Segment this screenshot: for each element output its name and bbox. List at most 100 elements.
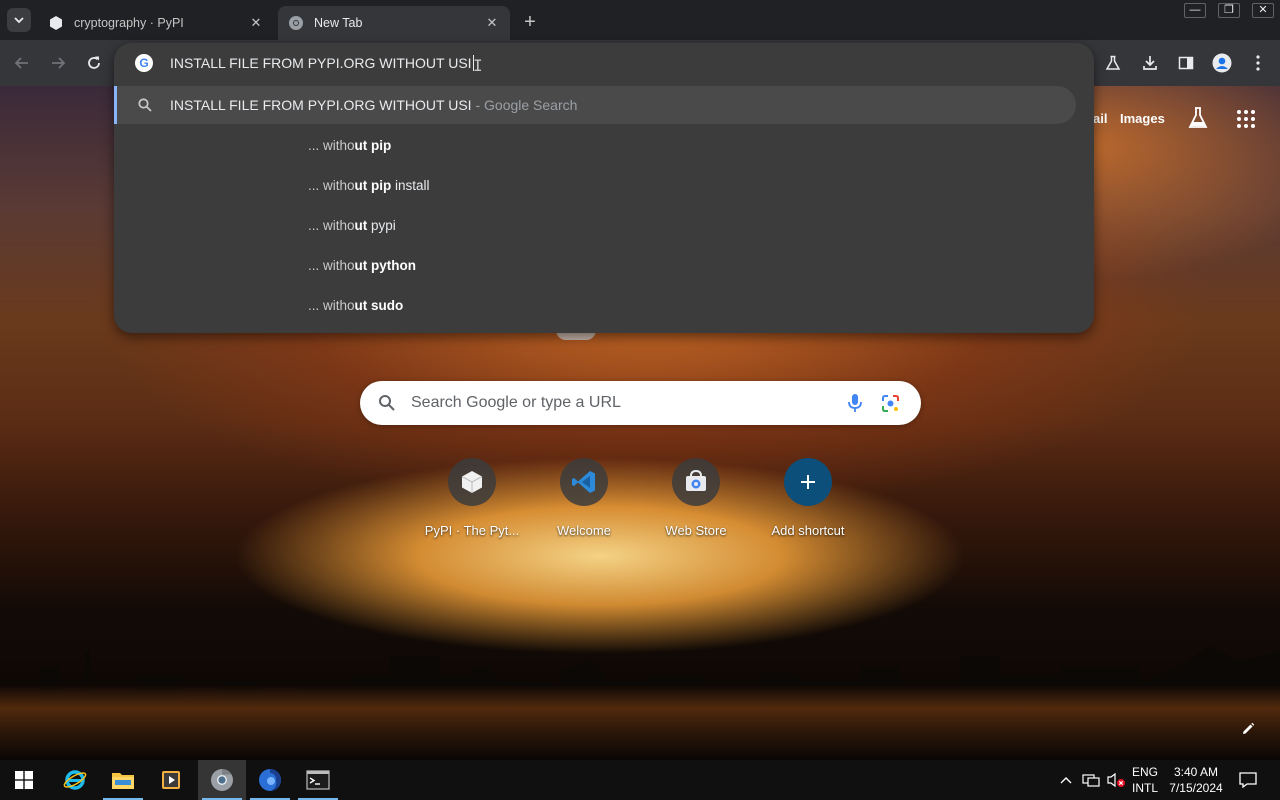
suggestion-query: INSTALL FILE FROM PYPI.ORG WITHOUT USI bbox=[170, 97, 472, 113]
pypi-cube-icon bbox=[48, 15, 64, 31]
close-icon: ✕ bbox=[1252, 2, 1274, 18]
windows-taskbar: ENG INTL 3:40 AM 7/15/2024 bbox=[0, 760, 1280, 800]
restore-icon: ❐ bbox=[1218, 2, 1240, 18]
internet-explorer-icon bbox=[63, 770, 87, 790]
chevron-down-icon bbox=[14, 17, 24, 24]
tab-cryptography-pypi[interactable]: cryptography · PyPI ✕ bbox=[38, 6, 274, 40]
shortcut-label: Welcome bbox=[557, 523, 611, 538]
chrome-icon bbox=[288, 15, 304, 31]
tab-title: cryptography · PyPI bbox=[74, 16, 184, 30]
back-button[interactable] bbox=[8, 49, 36, 77]
terminal-icon bbox=[306, 770, 330, 790]
tab-title: New Tab bbox=[314, 16, 363, 30]
minimize-icon: — bbox=[1184, 2, 1206, 18]
menu-button[interactable] bbox=[1244, 49, 1272, 77]
vscode-icon bbox=[560, 458, 608, 506]
windows-logo-icon bbox=[15, 771, 33, 789]
network-status[interactable] bbox=[1080, 760, 1102, 800]
more-vert-icon bbox=[1256, 55, 1260, 71]
profile-button[interactable] bbox=[1208, 49, 1236, 77]
back-arrow-icon bbox=[14, 57, 28, 69]
window-controls: — ❐ ✕ bbox=[1178, 0, 1280, 20]
start-button[interactable] bbox=[0, 760, 48, 800]
notification-icon bbox=[1239, 772, 1257, 788]
omnibox-input[interactable]: INSTALL FILE FROM PYPI.ORG WITHOUT USI bbox=[170, 55, 474, 71]
omnibox-input-row[interactable]: G INSTALL FILE FROM PYPI.ORG WITHOUT USI… bbox=[114, 43, 1094, 83]
water-reflection bbox=[0, 686, 1280, 760]
download-icon bbox=[1143, 56, 1157, 70]
close-icon[interactable]: ✕ bbox=[248, 15, 264, 31]
ntp-search-box[interactable] bbox=[360, 381, 921, 425]
pencil-icon bbox=[1243, 722, 1255, 734]
tab-new-tab[interactable]: New Tab ✕ bbox=[278, 6, 510, 40]
shortcut-label: Web Store bbox=[665, 523, 727, 538]
gmail-link[interactable]: ail bbox=[1093, 111, 1107, 126]
suggestion-item[interactable]: ... without sudo bbox=[308, 298, 403, 313]
speaker-muted-icon bbox=[1107, 772, 1125, 788]
pypi-cube-icon bbox=[448, 458, 496, 506]
downloads-button[interactable] bbox=[1136, 49, 1164, 77]
suggestion-item[interactable]: ... without python bbox=[308, 258, 416, 273]
taskbar-media-player[interactable] bbox=[147, 760, 195, 800]
suggestion-item[interactable]: ... without pip bbox=[308, 138, 391, 153]
suggestion-item[interactable]: ... without pip install bbox=[308, 178, 430, 193]
close-icon[interactable]: ✕ bbox=[484, 15, 500, 31]
plus-icon bbox=[784, 458, 832, 506]
ntp-search-input[interactable] bbox=[411, 392, 831, 414]
avatar-icon bbox=[1212, 53, 1232, 73]
volume-status[interactable] bbox=[1104, 760, 1128, 800]
reload-button[interactable] bbox=[80, 49, 108, 77]
tab-search-button[interactable] bbox=[7, 8, 31, 32]
reload-icon bbox=[88, 56, 100, 69]
shortcut-label: Add shortcut bbox=[771, 523, 845, 538]
show-hidden-icons-button[interactable] bbox=[1056, 760, 1076, 800]
shortcut-add[interactable]: Add shortcut bbox=[752, 458, 864, 548]
firefox-icon bbox=[259, 769, 281, 791]
side-panel-button[interactable] bbox=[1172, 49, 1200, 77]
input-language[interactable]: ENG INTL bbox=[1130, 764, 1160, 796]
taskbar-internet-explorer[interactable] bbox=[51, 760, 99, 800]
shortcut-welcome[interactable]: Welcome bbox=[528, 458, 640, 548]
google-g-icon: G bbox=[135, 54, 153, 72]
forward-arrow-icon bbox=[52, 57, 66, 69]
suggestion-google-search[interactable]: INSTALL FILE FROM PYPI.ORG WITHOUT USI -… bbox=[114, 86, 1076, 124]
taskbar-file-explorer[interactable] bbox=[99, 760, 147, 800]
suggestion-item[interactable]: ... without pypi bbox=[308, 218, 396, 233]
forward-button[interactable] bbox=[44, 49, 72, 77]
chevron-up-icon bbox=[1060, 777, 1072, 784]
taskbar-chrome[interactable] bbox=[198, 760, 246, 800]
side-panel-icon bbox=[1178, 56, 1194, 70]
chrome-icon bbox=[211, 769, 233, 791]
new-tab-button[interactable]: + bbox=[518, 10, 542, 34]
close-window-button[interactable]: ✕ bbox=[1246, 0, 1280, 20]
customize-chrome-button[interactable] bbox=[1236, 717, 1260, 741]
minimize-button[interactable]: — bbox=[1178, 0, 1212, 20]
restore-button[interactable]: ❐ bbox=[1212, 0, 1246, 20]
labs-button[interactable] bbox=[1099, 49, 1127, 77]
microphone-icon[interactable] bbox=[846, 393, 864, 413]
shortcut-web-store[interactable]: Web Store bbox=[640, 458, 752, 548]
suggestion-separator: - bbox=[471, 97, 485, 113]
images-link[interactable]: Images bbox=[1120, 111, 1165, 126]
flask-icon bbox=[1105, 55, 1121, 70]
ibeam-cursor-icon: I bbox=[473, 56, 483, 75]
taskbar-firefox[interactable] bbox=[246, 760, 294, 800]
google-apps-icon[interactable] bbox=[1237, 110, 1255, 128]
omnibox-dropdown: G INSTALL FILE FROM PYPI.ORG WITHOUT USI… bbox=[114, 43, 1094, 333]
taskbar-terminal[interactable] bbox=[294, 760, 342, 800]
folder-icon bbox=[112, 773, 134, 789]
action-center-button[interactable] bbox=[1234, 760, 1262, 800]
google-lens-icon[interactable] bbox=[881, 394, 900, 413]
shortcut-label: PyPI · The Pyt... bbox=[424, 523, 520, 538]
taskbar-clock[interactable]: 3:40 AM 7/15/2024 bbox=[1163, 764, 1229, 796]
clock-date: 7/15/2024 bbox=[1169, 781, 1223, 795]
web-store-icon bbox=[672, 458, 720, 506]
search-icon bbox=[138, 98, 152, 112]
labs-icon[interactable] bbox=[1188, 107, 1208, 129]
shortcut-pypi[interactable]: PyPI · The Pyt... bbox=[416, 458, 528, 548]
media-player-icon bbox=[162, 771, 180, 789]
network-icon bbox=[1082, 774, 1100, 787]
suggestion-source: Google Search bbox=[484, 97, 578, 113]
search-icon bbox=[379, 395, 395, 411]
clock-time: 3:40 AM bbox=[1173, 765, 1219, 779]
